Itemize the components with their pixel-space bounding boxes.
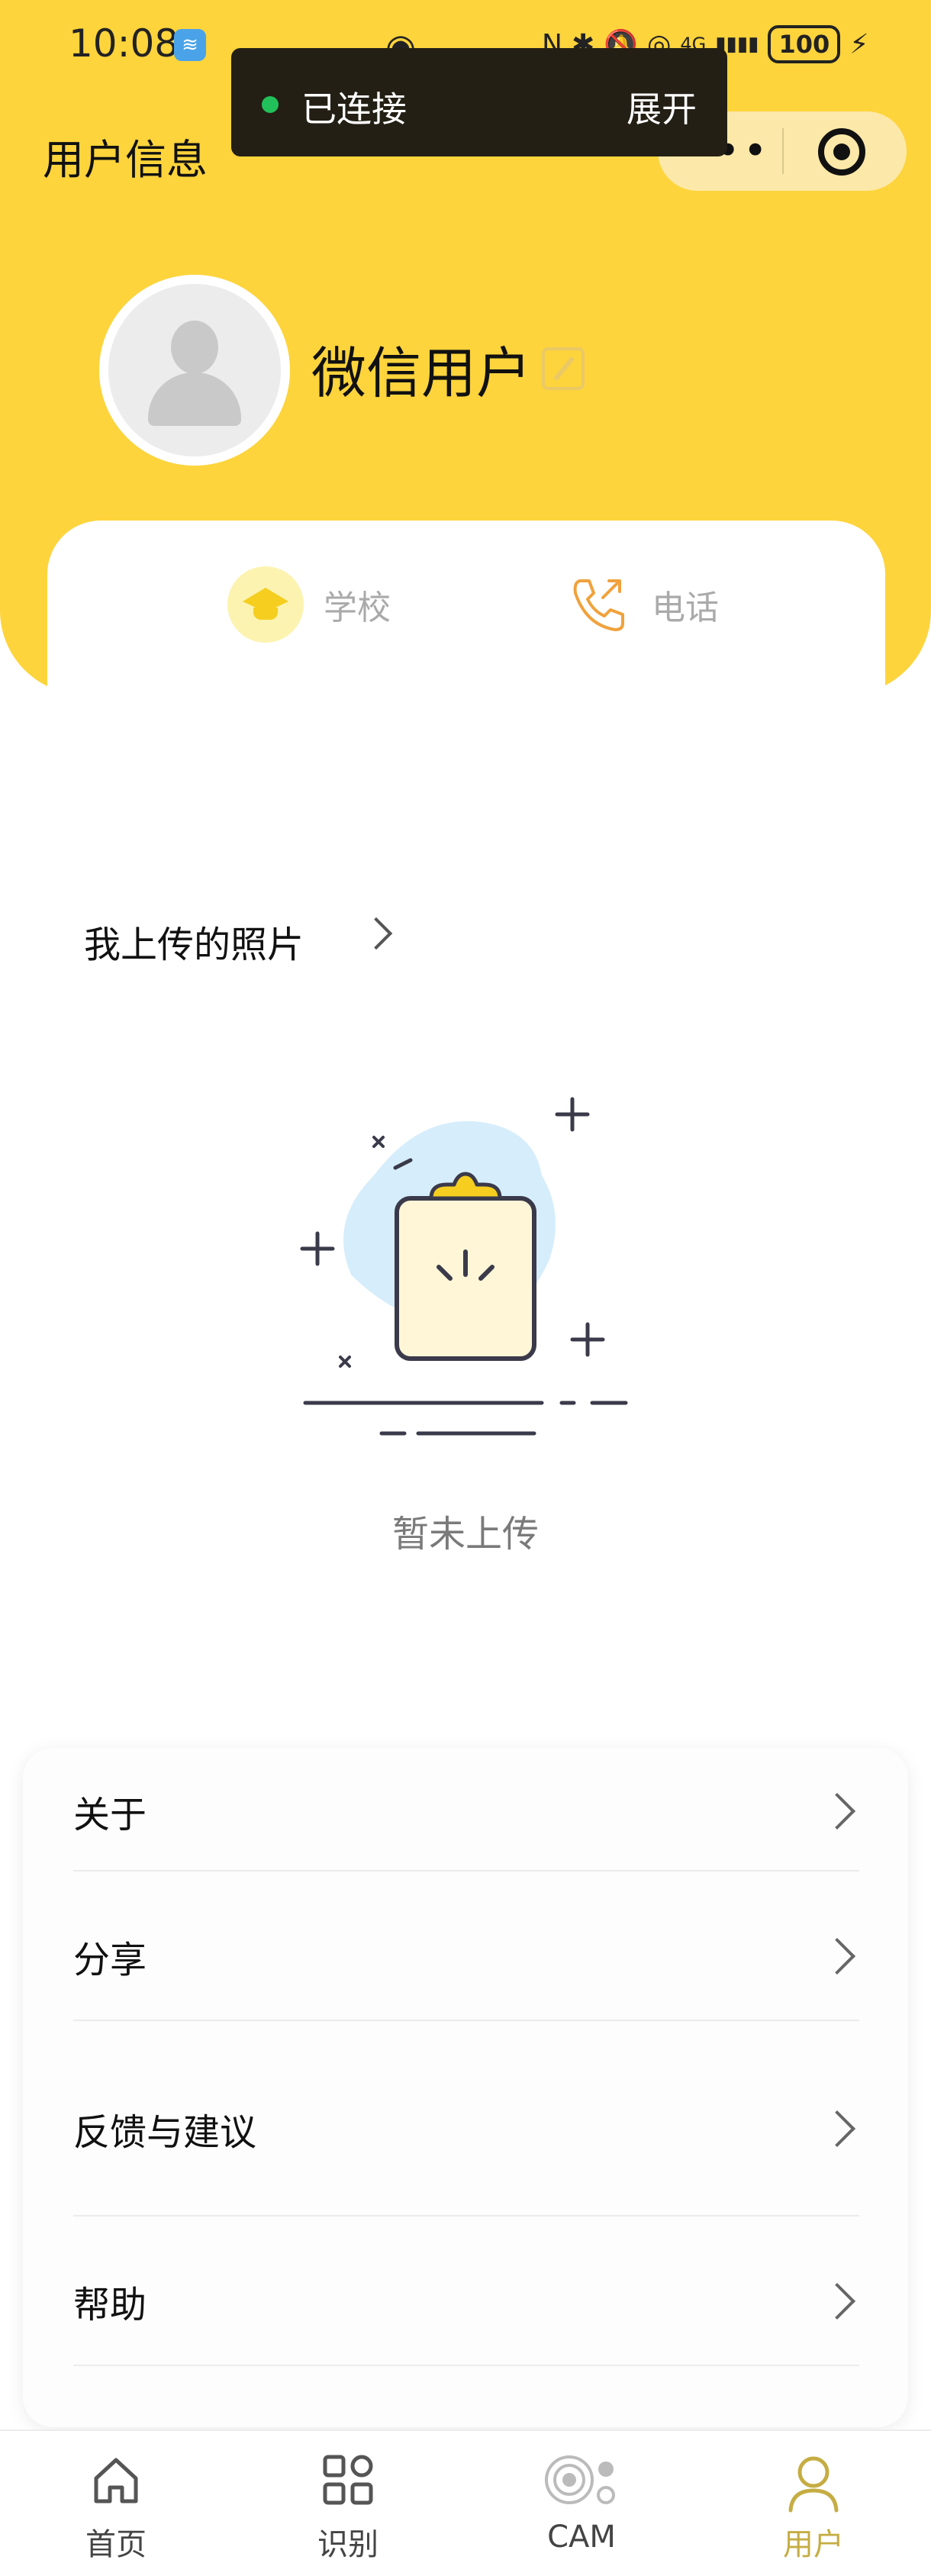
connection-toast: 已连接 展开: [231, 48, 727, 156]
chevron-right-icon: [359, 917, 393, 950]
tab-label: 识别: [317, 2527, 379, 2562]
username: 微信用户: [311, 341, 532, 405]
empty-state-text: 暂未上传: [391, 1513, 539, 1556]
edit-icon[interactable]: [542, 347, 585, 390]
avatar-placeholder-icon: [171, 321, 218, 374]
menu-item-help[interactable]: 帮助: [23, 2217, 908, 2366]
empty-clipboard-illustration: [300, 1097, 628, 1436]
grid-icon: [323, 2455, 373, 2505]
phone-icon: [573, 579, 624, 631]
chevron-right-icon: [818, 2282, 856, 2320]
chevron-right-icon: [818, 1937, 856, 1975]
status-time: 10:08: [69, 21, 179, 66]
avatar[interactable]: [99, 275, 290, 466]
menu-item-feedback[interactable]: 反馈与建议: [23, 2021, 908, 2217]
cam-icon: [545, 2455, 615, 2504]
close-miniprogram-button[interactable]: [818, 128, 865, 176]
tab-cam[interactable]: CAM: [513, 2431, 650, 2576]
connection-status-text: 已连接: [301, 89, 407, 130]
settings-menu: 关于 分享 反馈与建议 帮助: [23, 1748, 908, 2427]
home-icon: [94, 2458, 138, 2503]
avatar-placeholder-body: [148, 372, 241, 426]
menu-item-label: 帮助: [73, 2284, 147, 2326]
menu-item-about[interactable]: 关于: [23, 1748, 908, 1872]
user-icon: [788, 2456, 839, 2513]
my-photos-link[interactable]: 我上传的照片: [84, 914, 304, 968]
menu-item-label: 关于: [73, 1794, 147, 1836]
phone-item[interactable]: 电话: [563, 565, 719, 644]
school-label: 学校: [324, 588, 391, 627]
phone-label: 电话: [652, 588, 719, 627]
connected-dot-icon: [262, 96, 279, 113]
tab-label: 用户: [783, 2527, 844, 2562]
tab-label: 首页: [85, 2527, 147, 2562]
school-item[interactable]: 学校: [227, 565, 391, 644]
menu-item-share[interactable]: 分享: [23, 1872, 908, 2021]
battery-icon: 100: [768, 25, 841, 63]
expand-button[interactable]: 展开: [627, 82, 697, 132]
menu-item-label: 反馈与建议: [73, 2111, 257, 2154]
tab-recognize[interactable]: 识别: [279, 2431, 417, 2576]
battery-level: 100: [778, 30, 830, 59]
capsule-divider: [782, 128, 784, 174]
bottom-tab-bar: 首页 识别 CAM 用户: [0, 2429, 931, 2576]
menu-divider: [73, 2365, 859, 2366]
chevron-right-icon: [818, 2110, 856, 2148]
menu-item-label: 分享: [73, 1939, 147, 1981]
menu-divider: [73, 1870, 859, 1872]
tab-user[interactable]: 用户: [745, 2431, 882, 2576]
charging-icon: ⚡: [849, 28, 869, 60]
tab-home[interactable]: 首页: [47, 2431, 185, 2576]
wifi-icon: ≋: [174, 29, 206, 61]
profile-info-card: 学校 电话: [47, 521, 885, 750]
page-title: 用户信息: [43, 136, 208, 184]
chevron-right-icon: [818, 1792, 856, 1830]
tab-label: CAM: [547, 2520, 616, 2555]
graduation-cap-icon: [227, 566, 304, 643]
